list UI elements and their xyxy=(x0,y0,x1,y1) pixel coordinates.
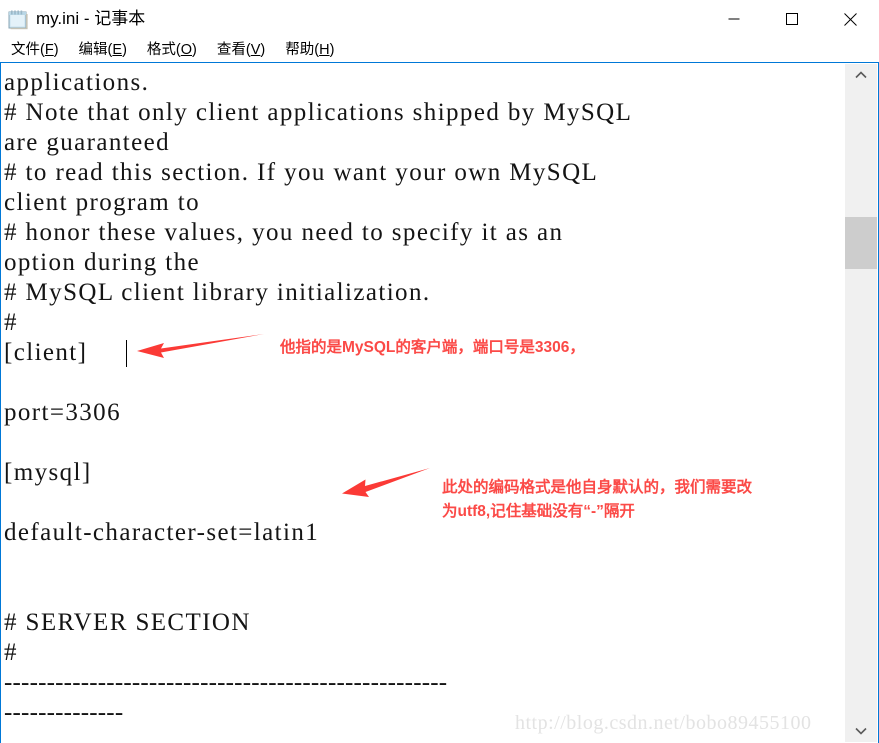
text-caret xyxy=(126,340,127,367)
window-controls xyxy=(705,0,879,38)
close-button[interactable] xyxy=(821,0,879,38)
menu-item-view[interactable]: 查看(V) xyxy=(208,39,274,61)
minimize-button[interactable] xyxy=(705,0,763,38)
menu-label-format: 格式 xyxy=(146,42,176,58)
text-canvas[interactable]: applications. # Note that only client ap… xyxy=(2,63,845,742)
code-line: default-character-set=latin1 xyxy=(4,519,320,546)
watermark-text: http://blog.csdn.net/bobo89455100 xyxy=(515,712,812,734)
annotation-charset-note-line1: 此处的编码格式是他自身默认的，我们需要改 xyxy=(442,479,753,496)
code-line: are guaranteed xyxy=(4,129,171,156)
code-line: client program to xyxy=(4,189,200,216)
code-line: # xyxy=(4,309,18,336)
code-line: # xyxy=(4,639,18,666)
menu-mnemonic-view: V xyxy=(250,42,261,58)
notepad-icon xyxy=(7,9,29,30)
annotation-client-note: 他指的是MySQL的客户端，端口号是3306， xyxy=(280,339,585,356)
menu-mnemonic-file: F xyxy=(44,42,54,58)
window-title: my.ini - 记事本 xyxy=(36,9,146,28)
code-line: [client] xyxy=(4,339,88,366)
menu-bar: 文件(F) 编辑(E) 格式(O) 查看(V) 帮助(H) xyxy=(0,38,879,62)
text-editor-area[interactable]: applications. # Note that only client ap… xyxy=(0,62,879,743)
menu-label-file: 文件 xyxy=(11,42,40,58)
maximize-icon xyxy=(786,13,798,25)
annotation-arrow-client xyxy=(137,334,264,358)
code-line: applications. xyxy=(4,69,150,96)
menu-label-help: 帮助 xyxy=(285,42,315,58)
code-line: # to read this section. If you want your… xyxy=(4,159,599,186)
vertical-scrollbar[interactable] xyxy=(845,64,877,742)
title-bar: my.ini - 记事本 xyxy=(0,0,879,38)
maximize-button[interactable] xyxy=(763,0,821,38)
code-line: -------------- xyxy=(4,699,124,726)
annotation-charset-note-line2: 为utf8,记住基础没有“-”隔开 xyxy=(442,503,635,520)
code-line: # Note that only client applications shi… xyxy=(4,99,633,126)
menu-item-help[interactable]: 帮助(H) xyxy=(276,39,343,61)
scroll-up-button[interactable] xyxy=(845,64,877,86)
menu-mnemonic-format: O xyxy=(180,42,193,58)
menu-item-file[interactable]: 文件(F) xyxy=(2,39,68,61)
menu-mnemonic-edit: E xyxy=(112,42,123,58)
chevron-up-icon xyxy=(855,71,867,79)
close-icon xyxy=(843,12,857,26)
code-line: option during the xyxy=(4,249,201,276)
code-line: [mysql] xyxy=(4,459,92,486)
menu-label-view: 查看 xyxy=(216,42,246,58)
code-line: ----------------------------------------… xyxy=(4,669,448,696)
code-line: port=3306 xyxy=(4,399,121,426)
code-line: # MySQL client library initialization. xyxy=(4,279,431,306)
chevron-down-icon xyxy=(855,727,867,735)
menu-label-edit: 编辑 xyxy=(78,42,108,58)
code-line: # SERVER SECTION xyxy=(4,609,251,636)
scrollbar-thumb[interactable] xyxy=(845,217,877,269)
scroll-down-button[interactable] xyxy=(845,720,877,742)
menu-mnemonic-help: H xyxy=(319,42,330,58)
menu-item-edit[interactable]: 编辑(E) xyxy=(70,39,136,61)
code-line: # honor these values, you need to specif… xyxy=(4,219,564,246)
menu-item-format[interactable]: 格式(O) xyxy=(138,39,206,61)
annotation-arrow-charset xyxy=(342,468,430,497)
minimize-icon xyxy=(728,18,740,20)
notepad-window: my.ini - 记事本 文件(F) 编辑(E) 格式(O) 查看(V) 帮助(… xyxy=(0,0,879,743)
